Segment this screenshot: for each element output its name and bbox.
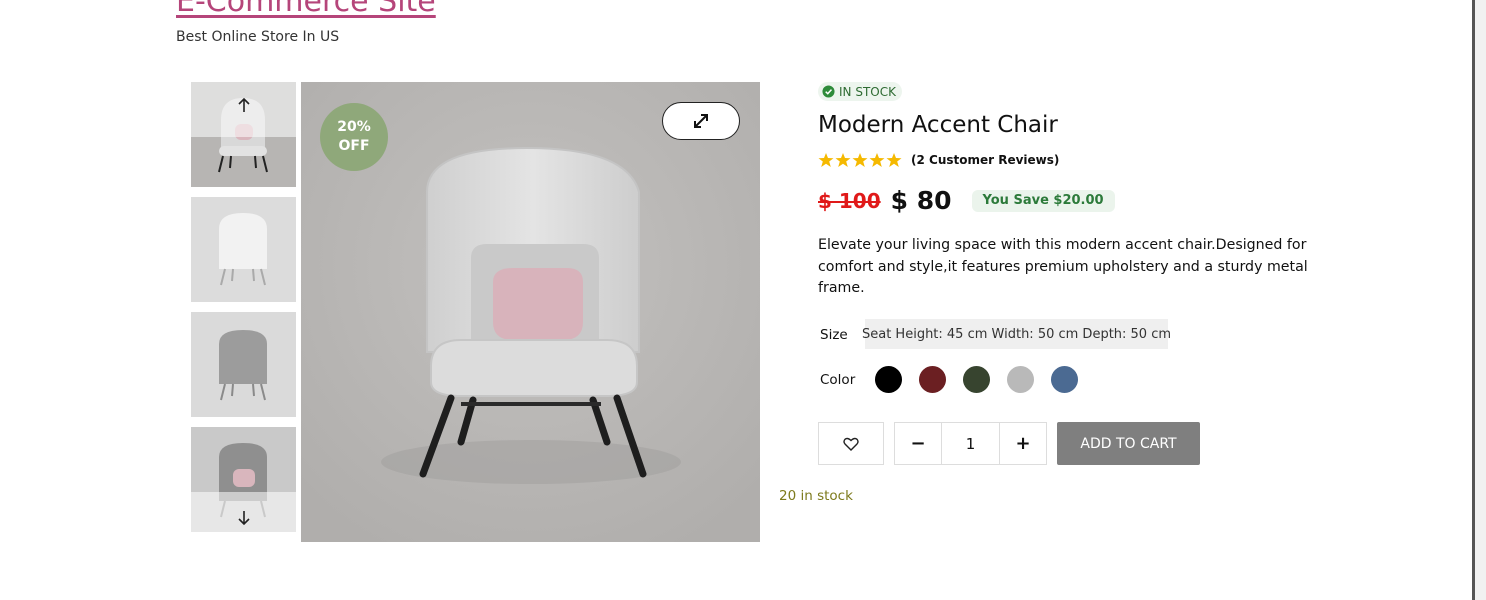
product-description: Elevate your living space with this mode…	[818, 237, 1308, 296]
discount-off: OFF	[338, 138, 370, 154]
page-scrollbar[interactable]	[1472, 0, 1486, 600]
price-row: $ 100 $ 80 You Save $20.00	[818, 186, 1115, 215]
site-tagline: Best Online Store In US	[176, 29, 340, 45]
save-badge: You Save $20.00	[971, 189, 1115, 212]
star-icon	[852, 153, 868, 167]
discount-percent: 20%	[337, 119, 371, 135]
check-circle-icon	[822, 85, 835, 98]
thumbnail-4[interactable]	[191, 427, 296, 532]
heart-icon	[843, 437, 859, 451]
expand-image-button[interactable]	[662, 102, 740, 140]
thumbnail-1[interactable]	[191, 82, 296, 187]
star-icon	[818, 153, 834, 167]
color-swatch-maroon[interactable]	[919, 366, 946, 393]
color-swatch-slate-blue[interactable]	[1051, 366, 1078, 393]
star-icon	[869, 153, 885, 167]
in-stock-text: IN STOCK	[839, 84, 896, 99]
quantity-input[interactable]: 1	[941, 423, 1000, 464]
wishlist-button[interactable]	[818, 422, 884, 465]
main-product-image[interactable]: 20% OFF	[301, 82, 760, 542]
color-swatch-light-grey[interactable]	[1007, 366, 1034, 393]
arrow-up-icon[interactable]	[235, 96, 253, 114]
site-title-link[interactable]: E-Commerce Site	[176, 0, 436, 19]
color-swatch-dark-green[interactable]	[963, 366, 990, 393]
star-icon	[835, 153, 851, 167]
increase-quantity-button[interactable]: +	[1000, 423, 1046, 464]
color-label: Color	[820, 372, 856, 388]
stock-count: 20 in stock	[779, 488, 853, 504]
size-option[interactable]: Seat Height: 45 cm Width: 50 cm Depth: 5…	[862, 319, 1171, 349]
rating-row: (2 Customer Reviews)	[818, 152, 1059, 168]
in-stock-badge: IN STOCK	[818, 82, 902, 101]
arrow-down-icon[interactable]	[235, 509, 253, 527]
star-rating	[818, 152, 902, 168]
size-label: Size	[820, 327, 848, 343]
add-to-cart-button[interactable]: ADD TO CART	[1057, 422, 1200, 465]
thumbnail-2-image	[191, 197, 296, 302]
color-swatch-black[interactable]	[875, 366, 902, 393]
expand-icon	[694, 114, 708, 128]
discount-badge: 20% OFF	[320, 103, 388, 171]
thumbnail-2[interactable]	[191, 197, 296, 302]
star-icon	[886, 153, 902, 167]
decrease-quantity-button[interactable]: −	[895, 423, 941, 464]
quantity-stepper: − 1 +	[894, 422, 1047, 465]
product-title: Modern Accent Chair	[818, 112, 1058, 138]
new-price: $ 80	[890, 186, 952, 215]
thumbnail-3-image	[191, 312, 296, 417]
old-price: $ 100	[818, 188, 881, 213]
thumbnail-3[interactable]	[191, 312, 296, 417]
reviews-link[interactable]: (2 Customer Reviews)	[911, 153, 1059, 167]
